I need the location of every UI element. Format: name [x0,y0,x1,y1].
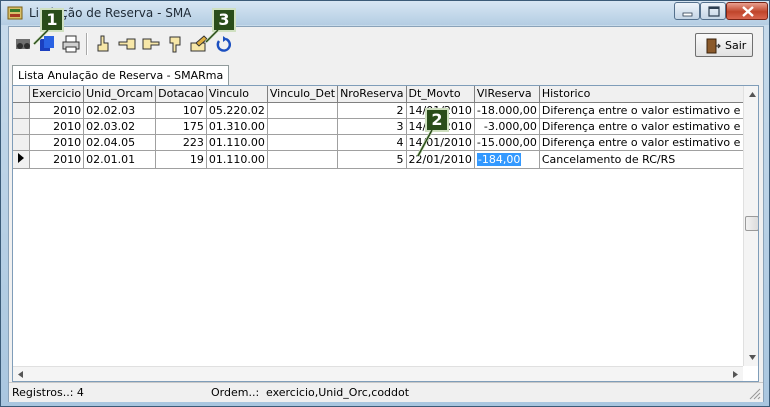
print-button[interactable] [60,33,82,55]
hand-right-button[interactable] [140,33,162,55]
cell-vl-reserva[interactable]: -15.000,00 [474,134,540,151]
cell-vl-reserva-editing[interactable]: -184,00 [474,150,540,169]
print-icon [62,35,80,53]
hand-right-icon [142,38,160,50]
cell-vl-reserva[interactable]: -3.000,00 [474,118,540,135]
exit-button[interactable]: Sair [695,33,753,57]
app-window: Li ulação de Reserva - SMA Sair Lista An… [0,0,770,407]
grid-header: Exercicio Unid_Orcam Dotacao Vinculo Vin… [13,86,758,103]
resize-grip-icon[interactable] [747,386,761,400]
order-label: Ordem..: [211,386,260,399]
indicator-header [13,86,30,103]
scroll-thumb[interactable] [745,216,758,231]
door-exit-icon [706,38,721,54]
grid-table: Exercicio Unid_Orcam Dotacao Vinculo Vin… [13,86,758,169]
cell-historico[interactable]: Cancelamento de RC/RS [539,150,758,169]
cell-dotacao[interactable]: 223 [155,134,207,151]
current-row-arrow-icon [18,152,24,163]
hand-left-button[interactable] [116,33,138,55]
callout-2: 2 [425,108,449,132]
column-header[interactable]: Dt_Movto [406,86,475,103]
callout-1-pointer [32,30,50,46]
cell-exercicio[interactable]: 2010 [29,134,85,151]
column-header[interactable]: Exercicio [29,86,85,103]
column-header[interactable]: Historico [539,86,758,103]
row-indicator[interactable] [13,118,30,135]
cell-vl-reserva[interactable]: -18.000,00 [474,102,540,119]
client-area: Sair Lista Anulação de Reserva - SMARma … [8,26,764,402]
vertical-scrollbar[interactable] [743,86,759,366]
cell-nro-reserva[interactable]: 3 [337,118,407,135]
cell-nro-reserva[interactable]: 2 [337,102,407,119]
tab-lista-anulacao[interactable]: Lista Anulação de Reserva - SMARma [12,65,230,85]
cell-vinculo-det[interactable] [267,118,339,135]
cell-unid-orcam[interactable]: 02.03.02 [83,118,157,135]
cell-dotacao[interactable]: 19 [155,150,207,169]
scroll-right-icon[interactable] [728,367,743,382]
hand-up-button[interactable] [92,33,114,55]
column-header[interactable]: NroReserva [337,86,407,103]
hand-down-icon [169,36,181,53]
column-header[interactable]: Vinculo_Det [267,86,339,103]
data-grid: Exercicio Unid_Orcam Dotacao Vinculo Vin… [12,85,759,382]
column-header[interactable]: VlReserva [474,86,540,103]
cell-historico[interactable]: Diferença entre o valor estimativo e o v [539,102,758,119]
row-indicator[interactable] [13,134,30,151]
cell-dotacao[interactable]: 175 [155,118,207,135]
cell-vinculo[interactable]: 05.220.02 [206,102,268,119]
row-indicator[interactable] [13,150,30,169]
cell-exercicio[interactable]: 2010 [29,150,85,169]
scroll-down-icon[interactable] [744,349,759,366]
cell-historico[interactable]: Diferença entre o valor estimativo e o v [539,134,758,151]
cell-nro-reserva[interactable]: 4 [337,134,407,151]
order-value: exercicio,Unid_Orc,coddot [266,386,410,399]
column-header[interactable]: Dotacao [155,86,207,103]
minimize-button[interactable] [674,2,700,20]
table-row-current[interactable]: 2010 02.01.01 19 01.110.00 5 22/01/2010 … [13,150,758,169]
cell-vinculo[interactable]: 01.310.00 [206,118,268,135]
cell-unid-orcam[interactable]: 02.02.03 [83,102,157,119]
status-bar: Registros..: 4 Ordem..: exercicio,Unid_O… [9,382,763,402]
title-bar[interactable]: Li ulação de Reserva - SMA [1,1,769,25]
exit-label: Sair [725,39,747,52]
cell-exercicio[interactable]: 2010 [29,118,85,135]
cell-dotacao[interactable]: 107 [155,102,207,119]
app-icon [7,6,23,20]
toolbar: Sair [9,27,763,63]
cell-vinculo[interactable]: 01.110.00 [206,150,268,169]
cell-vinculo-det[interactable] [267,102,339,119]
minimize-icon [682,12,693,17]
selected-value[interactable]: -184,00 [476,152,522,166]
table-row[interactable]: 2010 02.04.05 223 01.110.00 4 14/01/2010… [13,134,758,151]
cell-unid-orcam[interactable]: 02.01.01 [83,150,157,169]
cell-historico[interactable]: Diferença entre o valor estimativo e o v [539,118,758,135]
scroll-left-icon[interactable] [13,367,28,382]
callout-3-pointer [204,30,220,44]
toolbar-separator [86,33,88,55]
row-indicator[interactable] [13,102,30,119]
table-row[interactable]: 2010 02.02.03 107 05.220.02 2 14/01/2010… [13,102,758,119]
cell-nro-reserva[interactable]: 5 [337,150,407,169]
close-button[interactable] [726,2,768,20]
cell-vinculo-det[interactable] [267,150,339,169]
hand-left-icon [118,38,136,50]
callout-3: 3 [212,8,236,32]
cell-vinculo[interactable]: 01.110.00 [206,134,268,151]
callout-1: 1 [40,8,64,32]
table-row[interactable]: 2010 02.03.02 175 01.310.00 3 14/01/2010… [13,118,758,135]
column-header[interactable]: Vinculo [206,86,268,103]
hand-up-icon [97,35,109,52]
maximize-icon [708,6,720,17]
scroll-up-icon[interactable] [744,86,759,103]
hand-down-button[interactable] [164,33,186,55]
record-count: Registros..: 4 [12,386,84,399]
maximize-button[interactable] [700,2,726,20]
callout-2-pointer [416,130,434,157]
horizontal-scrollbar[interactable] [13,366,743,382]
close-icon [742,6,754,17]
cell-exercicio[interactable]: 2010 [29,102,85,119]
column-header[interactable]: Unid_Orcam [83,86,157,103]
cell-unid-orcam[interactable]: 02.04.05 [83,134,157,151]
cell-vinculo-det[interactable] [267,134,339,151]
